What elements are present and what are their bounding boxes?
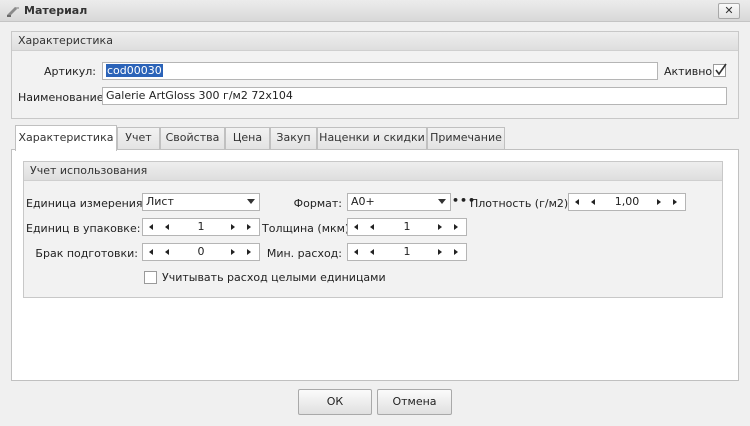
density-label: Плотность (г/м2): bbox=[470, 197, 572, 210]
unit-select[interactable]: Лист bbox=[142, 193, 260, 211]
pack-value: 1 bbox=[197, 220, 205, 233]
tab-purchase[interactable]: Закуп bbox=[270, 127, 317, 149]
first-icon[interactable] bbox=[575, 199, 579, 205]
active-checkbox[interactable] bbox=[713, 63, 727, 77]
decrement-icon[interactable] bbox=[370, 249, 374, 255]
ok-button[interactable]: ОК bbox=[298, 389, 372, 415]
density-value: 1,00 bbox=[614, 195, 640, 208]
increment-icon[interactable] bbox=[231, 249, 235, 255]
decrement-icon[interactable] bbox=[165, 249, 169, 255]
increment-icon[interactable] bbox=[438, 224, 442, 230]
unit-value: Лист bbox=[146, 195, 174, 208]
chevron-down-icon bbox=[438, 199, 446, 204]
tab-properties[interactable]: Свойства bbox=[160, 127, 225, 149]
min-usage-stepper[interactable]: 1 bbox=[347, 243, 467, 261]
usage-group-header: Учет использования bbox=[24, 162, 722, 181]
whole-units-label: Учитывать расход целыми единицами bbox=[162, 271, 386, 284]
last-icon[interactable] bbox=[673, 199, 677, 205]
cancel-button[interactable]: Отмена bbox=[377, 389, 452, 415]
last-icon[interactable] bbox=[247, 224, 251, 230]
article-field[interactable]: cod00030 bbox=[102, 62, 658, 80]
last-icon[interactable] bbox=[454, 249, 458, 255]
name-label: Наименование: bbox=[18, 91, 108, 104]
increment-icon[interactable] bbox=[657, 199, 661, 205]
increment-icon[interactable] bbox=[231, 224, 235, 230]
checkmark-icon bbox=[715, 63, 727, 76]
tab-price[interactable]: Цена bbox=[225, 127, 270, 149]
format-value: А0+ bbox=[351, 195, 375, 208]
window-title: Материал bbox=[24, 4, 88, 17]
thickness-value: 1 bbox=[403, 220, 411, 233]
tab-accounting[interactable]: Учет bbox=[117, 127, 160, 149]
first-icon[interactable] bbox=[354, 249, 358, 255]
chevron-down-icon bbox=[247, 199, 255, 204]
tab-notes[interactable]: Примечание bbox=[427, 127, 505, 149]
decrement-icon[interactable] bbox=[165, 224, 169, 230]
last-icon[interactable] bbox=[247, 249, 251, 255]
density-stepper[interactable]: 1,00 bbox=[568, 193, 686, 211]
active-label: Активно bbox=[664, 65, 713, 78]
waste-value: 0 bbox=[197, 245, 205, 258]
pack-label: Единиц в упаковке: bbox=[26, 222, 141, 235]
material-icon bbox=[7, 7, 19, 17]
format-select[interactable]: А0+ bbox=[347, 193, 451, 211]
decrement-icon[interactable] bbox=[591, 199, 595, 205]
min-usage-value: 1 bbox=[403, 245, 411, 258]
decrement-icon[interactable] bbox=[370, 224, 374, 230]
article-label: Артикул: bbox=[44, 65, 96, 78]
tab-characteristics[interactable]: Характеристика bbox=[15, 125, 117, 151]
format-more-button[interactable]: ••• bbox=[452, 194, 475, 210]
general-group-header: Характеристика bbox=[12, 32, 738, 51]
first-icon[interactable] bbox=[149, 249, 153, 255]
window-titlebar: Материал ✕ bbox=[0, 0, 750, 22]
waste-label: Брак подготовки: bbox=[35, 247, 138, 260]
min-usage-label: Мин. расход: bbox=[266, 247, 342, 260]
thickness-label: Толщина (мкм): bbox=[262, 222, 353, 235]
whole-units-checkbox[interactable] bbox=[144, 271, 157, 284]
waste-stepper[interactable]: 0 bbox=[142, 243, 260, 261]
close-button[interactable]: ✕ bbox=[718, 3, 740, 19]
article-value: cod00030 bbox=[106, 64, 163, 77]
name-field[interactable]: Galerie ArtGloss 300 г/м2 72x104 bbox=[102, 87, 727, 105]
last-icon[interactable] bbox=[454, 224, 458, 230]
name-value: Galerie ArtGloss 300 г/м2 72x104 bbox=[106, 89, 293, 102]
thickness-stepper[interactable]: 1 bbox=[347, 218, 467, 236]
first-icon[interactable] bbox=[354, 224, 358, 230]
increment-icon[interactable] bbox=[438, 249, 442, 255]
tab-markups-discounts[interactable]: Наценки и скидки bbox=[317, 127, 427, 149]
pack-stepper[interactable]: 1 bbox=[142, 218, 260, 236]
unit-label: Единица измерения: bbox=[26, 197, 147, 210]
first-icon[interactable] bbox=[149, 224, 153, 230]
close-icon: ✕ bbox=[724, 4, 734, 17]
format-label: Формат: bbox=[293, 197, 342, 210]
